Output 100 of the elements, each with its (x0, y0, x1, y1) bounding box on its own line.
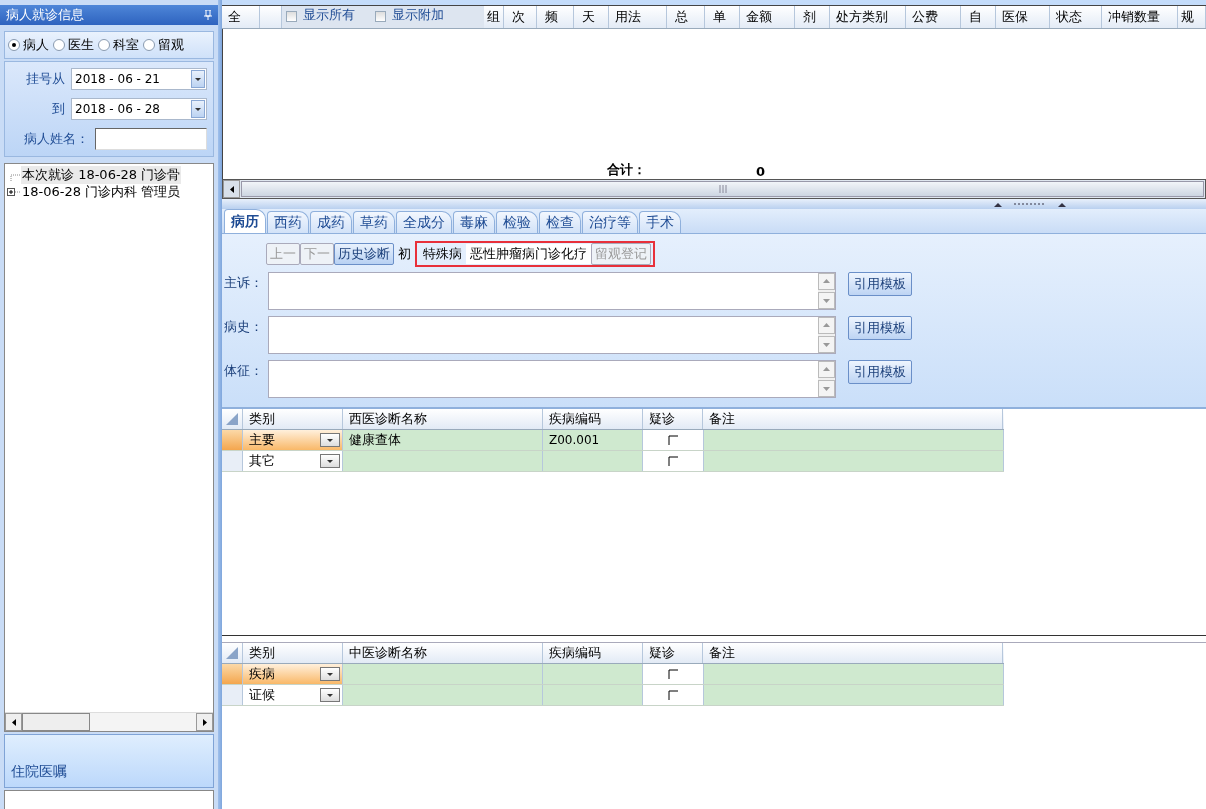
vertical-scrollbar[interactable] (818, 361, 835, 397)
first-visit-label: 初 (397, 245, 412, 263)
category-dropdown[interactable]: 主要 (243, 430, 343, 450)
column-header: 疾病编码 (543, 409, 643, 429)
tab[interactable]: 西药 (267, 211, 309, 233)
row-selector[interactable] (222, 451, 243, 471)
date-to-label: 到 (51, 100, 65, 118)
date-field[interactable]: 2018 - 06 - 21 (71, 68, 207, 90)
left-arrow-icon (10, 718, 17, 726)
radio-button[interactable] (8, 39, 20, 51)
row-selector[interactable] (222, 664, 243, 684)
down-arrow-icon (195, 105, 201, 113)
radio-label: 病人 (23, 36, 49, 54)
special-disease-label: 特殊病 (422, 245, 463, 263)
panel-title-bar: 病人就诊信息 (0, 5, 218, 25)
column-header: 组 (484, 6, 504, 28)
tab[interactable]: 检验 (496, 211, 538, 233)
radio-button[interactable] (53, 39, 65, 51)
tree-item[interactable]: 本次就诊 18-06-28 门诊骨 (21, 165, 182, 184)
radio-button[interactable] (98, 39, 110, 51)
splitter-grip-icon[interactable] (994, 201, 1066, 207)
tab[interactable]: 治疗等 (582, 211, 638, 233)
text-area[interactable] (268, 360, 836, 398)
tab[interactable]: 检查 (539, 211, 581, 233)
grip-icon[interactable] (717, 185, 728, 193)
tab[interactable]: 病历 (224, 209, 266, 233)
radio-button[interactable] (143, 39, 155, 51)
down-arrow-icon (195, 75, 201, 83)
down-arrow-icon (327, 457, 333, 465)
column-header: 次 (504, 6, 537, 28)
horizontal-scrollbar[interactable] (222, 179, 1206, 199)
tab[interactable]: 毒麻 (453, 211, 495, 233)
total-label: 合计： (607, 161, 646, 179)
field-label: 体征： (224, 362, 264, 380)
grid-corner-icon (226, 413, 238, 425)
down-arrow-icon (327, 436, 333, 444)
panel-header[interactable]: 住院医嘱 (4, 734, 214, 788)
tab[interactable]: 草药 (353, 211, 395, 233)
column-header: 医保 (996, 6, 1050, 28)
left-arrow-icon (228, 185, 235, 193)
column-header: 天 (574, 6, 609, 28)
special-disease-field[interactable]: 恶性肿瘤病门诊化疗 (466, 244, 591, 264)
vertical-scrollbar[interactable] (818, 273, 835, 309)
text-area[interactable] (268, 272, 836, 310)
column-header: 类别 (243, 409, 343, 429)
column-header: 类别 (243, 643, 343, 663)
template-button[interactable]: 引用模板 (848, 360, 912, 384)
column-header: 频 (537, 6, 574, 28)
column-header: 疾病编码 (543, 643, 643, 663)
patient-name-label: 病人姓名： (23, 130, 89, 148)
suspected-checkbox[interactable] (668, 669, 678, 679)
column-header: 用法 (609, 6, 667, 28)
column-header: 全 (222, 6, 260, 28)
toolbar-button[interactable]: 历史诊断 (334, 243, 394, 265)
field-label: 病史： (224, 318, 264, 336)
tab[interactable]: 手术 (639, 211, 681, 233)
template-button[interactable]: 引用模板 (848, 316, 912, 340)
option-checkbox[interactable]: 显示附加 (375, 6, 444, 24)
column-header: 金额 (740, 6, 795, 28)
radio-label: 医生 (68, 36, 94, 54)
option-checkbox[interactable]: 显示所有 (286, 6, 355, 24)
date-from-label: 挂号从 (25, 70, 65, 88)
patient-name-field[interactable] (95, 128, 207, 150)
row-selector[interactable] (222, 685, 243, 705)
column-header: 单 (705, 6, 740, 28)
radio-label: 科室 (113, 36, 139, 54)
panel-splitter[interactable] (222, 635, 1206, 643)
column-header: 疑诊 (643, 409, 703, 429)
suspected-checkbox[interactable] (668, 456, 678, 466)
text-area[interactable] (268, 316, 836, 354)
field-label: 主诉： (224, 274, 264, 292)
table-cell: 健康查体 (343, 430, 543, 450)
suspected-checkbox[interactable] (668, 690, 678, 700)
right-arrow-icon (201, 718, 208, 726)
column-header: 疑诊 (643, 643, 703, 663)
grid-corner-icon (226, 647, 238, 659)
category-dropdown[interactable]: 疾病 (243, 664, 343, 684)
column-header: 公费 (906, 6, 961, 28)
column-header: 规 (1178, 6, 1206, 28)
column-header: 总 (667, 6, 705, 28)
template-button[interactable]: 引用模板 (848, 272, 912, 296)
column-header: 自 (961, 6, 996, 28)
column-header: 冲销数量 (1102, 6, 1178, 28)
pin-icon[interactable] (204, 10, 212, 20)
radio-label: 留观 (158, 36, 184, 54)
vertical-scrollbar[interactable] (818, 317, 835, 353)
column-header: 西医诊断名称 (343, 409, 543, 429)
expand-icon[interactable] (5, 185, 21, 198)
total-value: 0 (756, 164, 766, 179)
tab[interactable]: 全成分 (396, 211, 452, 233)
row-selector[interactable] (222, 430, 243, 450)
suspected-checkbox[interactable] (668, 435, 678, 445)
tree-item[interactable]: 18-06-28 门诊内科 管理员 (21, 182, 182, 201)
date-field[interactable]: 2018 - 06 - 28 (71, 98, 207, 120)
column-header: 剂 (795, 6, 830, 28)
table-cell: Z00.001 (543, 430, 643, 450)
tab[interactable]: 成药 (310, 211, 352, 233)
column-header: 状态 (1050, 6, 1102, 28)
down-arrow-icon (327, 670, 333, 678)
down-arrow-icon (327, 691, 333, 699)
